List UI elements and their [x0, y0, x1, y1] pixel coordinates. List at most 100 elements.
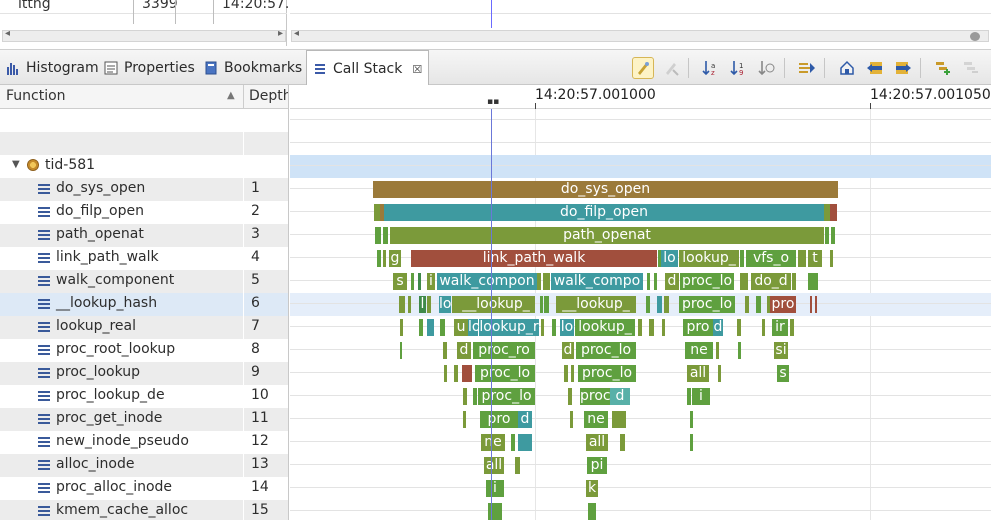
table-row[interactable]: lttng 3399 14:20:57.2: [0, 0, 288, 14]
call-segment-depth-14[interactable]: k: [586, 480, 598, 497]
call-segment-depth-1[interactable]: do_sys_open: [373, 181, 838, 198]
call-segment-depth-6[interactable]: [657, 296, 662, 313]
thread-row[interactable]: ▼ tid-581: [0, 155, 288, 178]
close-icon[interactable]: ☒: [412, 63, 422, 76]
call-segment-depth-6[interactable]: proc_lo: [679, 296, 735, 313]
next-item-icon[interactable]: [932, 57, 954, 79]
call-segment-depth-3[interactable]: path_openat: [390, 227, 824, 244]
call-segment-depth-8[interactable]: [738, 342, 741, 359]
call-segment-depth-8[interactable]: [400, 342, 402, 359]
next-event-icon[interactable]: [892, 57, 914, 79]
sort-up-icon[interactable]: ▲: [227, 90, 235, 101]
call-segment-depth-5[interactable]: [543, 273, 550, 290]
scroll-left-icon[interactable]: ◂: [5, 28, 10, 39]
tree-row-new-inode-pseudo[interactable]: new_inode_pseudo 12: [0, 431, 288, 454]
call-segment-depth-6[interactable]: [664, 296, 669, 313]
tree-row-path-openat[interactable]: path_openat 3: [0, 224, 288, 247]
call-segment-depth-5[interactable]: s: [393, 273, 407, 290]
call-segment-depth-11[interactable]: pro: [480, 411, 518, 428]
previous-event-icon[interactable]: [864, 57, 886, 79]
tree-row-lookup-hash[interactable]: __lookup_hash 6: [0, 293, 288, 316]
call-segment-depth-14[interactable]: i: [486, 480, 504, 497]
call-segment-depth-7[interactable]: lo: [560, 319, 574, 336]
tree-row-lookup-real[interactable]: lookup_real 7: [0, 316, 288, 339]
call-segment-depth-11[interactable]: d: [518, 411, 532, 428]
call-segment-depth-12[interactable]: all: [586, 434, 608, 451]
horizontal-scrollbar-left[interactable]: ◂ ▸: [2, 28, 286, 42]
sort-by-name-icon[interactable]: az: [700, 57, 722, 79]
scroll-right-icon[interactable]: ▸: [278, 28, 283, 39]
call-segment-depth-4[interactable]: [383, 250, 386, 267]
call-segment-depth-8[interactable]: [443, 342, 447, 359]
call-segment-depth-11[interactable]: ne: [584, 411, 608, 428]
call-segment-depth-12[interactable]: ne: [481, 434, 505, 451]
time-scale[interactable]: ▪▪ 14:20:57.001000 14:20:57.001050: [290, 85, 991, 109]
call-segment-depth-4[interactable]: [377, 250, 381, 267]
call-segment-depth-11[interactable]: [463, 411, 466, 428]
call-segment-depth-6[interactable]: __lookup_: [457, 296, 535, 313]
call-segment-depth-7[interactable]: [649, 319, 654, 336]
call-segment-depth-6[interactable]: [540, 296, 543, 313]
call-segment-depth-7[interactable]: pro: [683, 319, 713, 336]
call-segment-depth-6[interactable]: [756, 296, 761, 313]
expand-arrow-icon[interactable]: ▼: [12, 159, 20, 170]
call-segment-depth-3[interactable]: [375, 227, 381, 244]
call-segment-depth-6[interactable]: __lookup_: [556, 296, 636, 313]
call-segment-depth-9[interactable]: proc_lo: [578, 365, 636, 382]
call-segment-depth-9[interactable]: [462, 365, 472, 382]
call-segment-depth-8[interactable]: ne: [685, 342, 713, 359]
call-segment-depth-4[interactable]: lookup_: [679, 250, 739, 267]
call-segment-depth-7[interactable]: [427, 319, 434, 336]
call-segment-depth-9[interactable]: s: [777, 365, 789, 382]
import-binary-icon[interactable]: [660, 57, 682, 79]
reset-timescale-icon[interactable]: [836, 57, 858, 79]
call-segment-depth-5[interactable]: [792, 273, 796, 290]
call-segment-depth-5[interactable]: proc_lo: [680, 273, 734, 290]
call-segment-depth-3[interactable]: [831, 227, 835, 244]
call-segment-depth-7[interactable]: [638, 319, 642, 336]
tree-row-alloc-inode[interactable]: alloc_inode 13: [0, 454, 288, 477]
call-segment-depth-10[interactable]: [568, 388, 572, 405]
call-segment-depth-8[interactable]: [716, 342, 719, 359]
call-segment-depth-8[interactable]: proc_lo: [576, 342, 636, 359]
tree-row-do-filp-open[interactable]: do_filp_open 2: [0, 201, 288, 224]
call-segment-depth-7[interactable]: [762, 319, 765, 336]
call-segment-depth-7[interactable]: [440, 319, 445, 336]
tab-histogram[interactable]: Histogram: [0, 50, 105, 86]
call-segment-depth-9[interactable]: [718, 365, 721, 382]
previous-item-icon[interactable]: [960, 57, 982, 79]
flame-chart-area[interactable]: do_sys_open do_filp_open path_openat g link_…: [290, 109, 991, 520]
sort-by-start-icon[interactable]: [756, 57, 778, 79]
tree-row-walk-component[interactable]: walk_component 5: [0, 270, 288, 293]
call-segment-depth-6[interactable]: [399, 296, 405, 313]
call-segment-depth-4[interactable]: lo: [661, 250, 678, 267]
call-segment-depth-5[interactable]: [411, 273, 414, 290]
call-segment-depth-9[interactable]: proc_lo: [475, 365, 535, 382]
call-segment-depth-6[interactable]: [646, 296, 650, 313]
call-segment-depth-5[interactable]: d: [665, 273, 679, 290]
call-segment-depth-7[interactable]: [662, 319, 665, 336]
call-segment-depth-12[interactable]: [690, 434, 693, 451]
call-segment-depth-4[interactable]: [798, 250, 806, 267]
call-segment-depth-7[interactable]: lookup_: [575, 319, 635, 336]
call-segment-depth-4[interactable]: link_path_walk: [411, 250, 657, 267]
call-segment-depth-6[interactable]: [408, 296, 411, 313]
call-segment-depth-8[interactable]: proc_ro: [473, 342, 535, 359]
call-segment-depth-13[interactable]: all: [484, 457, 504, 474]
call-segment-depth-7[interactable]: lo: [468, 319, 478, 336]
call-stack-timeline[interactable]: ▪▪ 14:20:57.001000 14:20:57.001050 do_sy…: [290, 85, 991, 520]
call-segment-depth-5[interactable]: [537, 273, 541, 290]
call-segment-depth-3[interactable]: [825, 227, 829, 244]
call-segment-depth-10[interactable]: proc_lo: [478, 388, 535, 405]
call-segment-depth-13[interactable]: pi: [587, 457, 607, 474]
call-segment-depth-4[interactable]: vfs_o: [746, 250, 796, 267]
call-segment-depth-7[interactable]: [737, 319, 741, 336]
tree-row-proc-lookup[interactable]: proc_lookup 9: [0, 362, 288, 385]
call-segment-depth-11[interactable]: [612, 411, 626, 428]
call-segment-depth-10[interactable]: [463, 388, 467, 405]
call-segment-depth-3[interactable]: [383, 227, 388, 244]
call-segment-depth-7[interactable]: ir: [772, 319, 788, 336]
call-segment-depth-7[interactable]: lookup_r: [479, 319, 539, 336]
tree-row-do-sys-open[interactable]: do_sys_open 1: [0, 178, 288, 201]
function-column-header[interactable]: Function: [6, 88, 66, 104]
